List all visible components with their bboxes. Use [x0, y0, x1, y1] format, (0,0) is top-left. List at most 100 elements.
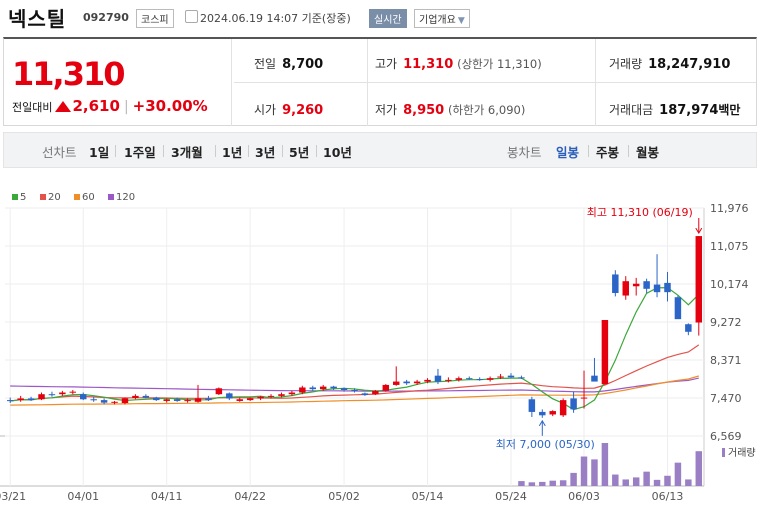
max-price-label: 최고 11,310 (06/19) [587, 206, 693, 219]
candle-body [612, 274, 619, 294]
legend-label: 120 [116, 192, 135, 203]
candle-body [653, 284, 661, 293]
candle-body [664, 282, 671, 293]
min-price-label: 최저 7,000 (05/30) [496, 438, 595, 451]
candle-body [476, 379, 483, 381]
volume-bar [685, 479, 692, 486]
candle-body [319, 386, 327, 390]
candle-body [267, 395, 275, 397]
x-tick-label: 05/14 [412, 490, 444, 503]
candle-body [361, 393, 369, 396]
candle-body [445, 379, 452, 381]
volume-bar [643, 471, 650, 486]
x-tick-label: 05/24 [495, 490, 527, 503]
candle-body [424, 379, 431, 382]
candle-body [340, 388, 348, 390]
y-tick-label: 11,075 [710, 240, 749, 253]
candle-body [215, 388, 223, 395]
candle-body [59, 392, 66, 395]
candle-body [591, 375, 598, 382]
legend-swatch [74, 194, 80, 200]
candle-body [80, 394, 87, 400]
x-tick-label: 04/22 [234, 490, 266, 503]
x-tick-label: 04/01 [67, 490, 99, 503]
candle-body [184, 400, 191, 402]
legend-swatch [12, 194, 18, 200]
candle-body [153, 397, 160, 401]
legend-swatch [108, 194, 114, 200]
candle-body [236, 399, 243, 401]
candle-body [278, 394, 285, 396]
x-tick-label: 06/13 [652, 490, 684, 503]
candle-body [528, 399, 536, 412]
x-tick-label: 06/03 [568, 490, 600, 503]
x-tick-label: 05/02 [328, 490, 360, 503]
candle-body [6, 400, 14, 402]
volume-legend-swatch [722, 448, 725, 457]
volume-bar [674, 462, 682, 486]
volume-bar [653, 479, 661, 486]
candle-body [27, 398, 35, 401]
candle-body [111, 401, 118, 403]
y-tick-label: 10,174 [710, 278, 749, 291]
legend-swatch [40, 194, 46, 200]
volume-bar [580, 456, 588, 486]
legend-label: 20 [48, 192, 61, 203]
candle-body [309, 387, 317, 390]
candle-body [549, 411, 556, 415]
volume-bar [539, 481, 546, 486]
x-tick-label: 04/11 [151, 490, 183, 503]
volume-bar [570, 472, 577, 486]
legend-label: 60 [82, 192, 95, 203]
candle-body [372, 390, 379, 395]
volume-bar [612, 474, 619, 486]
volume-label: 거래량 [728, 447, 756, 459]
volume-bar [549, 480, 556, 486]
candle-body [69, 391, 77, 393]
candle-body [486, 378, 494, 380]
candle-body [48, 394, 56, 396]
candle-body [674, 297, 682, 320]
candle-body [455, 378, 463, 380]
candle-body [466, 378, 473, 380]
candle-body [622, 281, 629, 296]
volume-bar [664, 475, 671, 486]
volume-bar [695, 451, 703, 486]
candle-body [434, 375, 442, 382]
candle-body [17, 398, 24, 401]
candle-body [173, 399, 181, 401]
candle-body [351, 389, 358, 391]
candle-body [507, 375, 515, 378]
candle-body [497, 376, 504, 378]
y-tick-label: 8,371 [710, 354, 742, 367]
candle-body [695, 236, 703, 323]
volume-bar [528, 482, 536, 486]
candle-body [685, 324, 692, 332]
candle-body [194, 398, 202, 402]
candle-body [382, 384, 390, 391]
candle-body [392, 381, 400, 385]
volume-bar [632, 477, 640, 486]
legend-label: 5 [20, 192, 26, 203]
candle-body [132, 395, 139, 399]
candle-body [601, 319, 609, 385]
y-tick-label: 9,272 [710, 316, 742, 329]
candle-body [330, 386, 337, 389]
volume-bar [622, 479, 629, 486]
candle-body [246, 398, 254, 401]
candle-body [205, 398, 212, 401]
candle-body [539, 411, 546, 416]
candle-body [403, 381, 410, 384]
volume-bar [559, 480, 567, 486]
y-tick-label: 11,976 [710, 202, 749, 215]
candle-body [580, 397, 588, 399]
ma20-line [10, 344, 700, 402]
candle-body [632, 283, 640, 287]
candle-body [257, 396, 264, 399]
candle-body [90, 399, 97, 401]
x-tick-label: 03/21 [0, 490, 26, 503]
volume-bar [591, 459, 598, 486]
candlestick-chart[interactable]: 11,976 11,075 10,174 9,272 8,371 7,470 6,569 03… [0, 0, 760, 510]
candle-body [163, 399, 170, 401]
candle-body [38, 394, 45, 400]
